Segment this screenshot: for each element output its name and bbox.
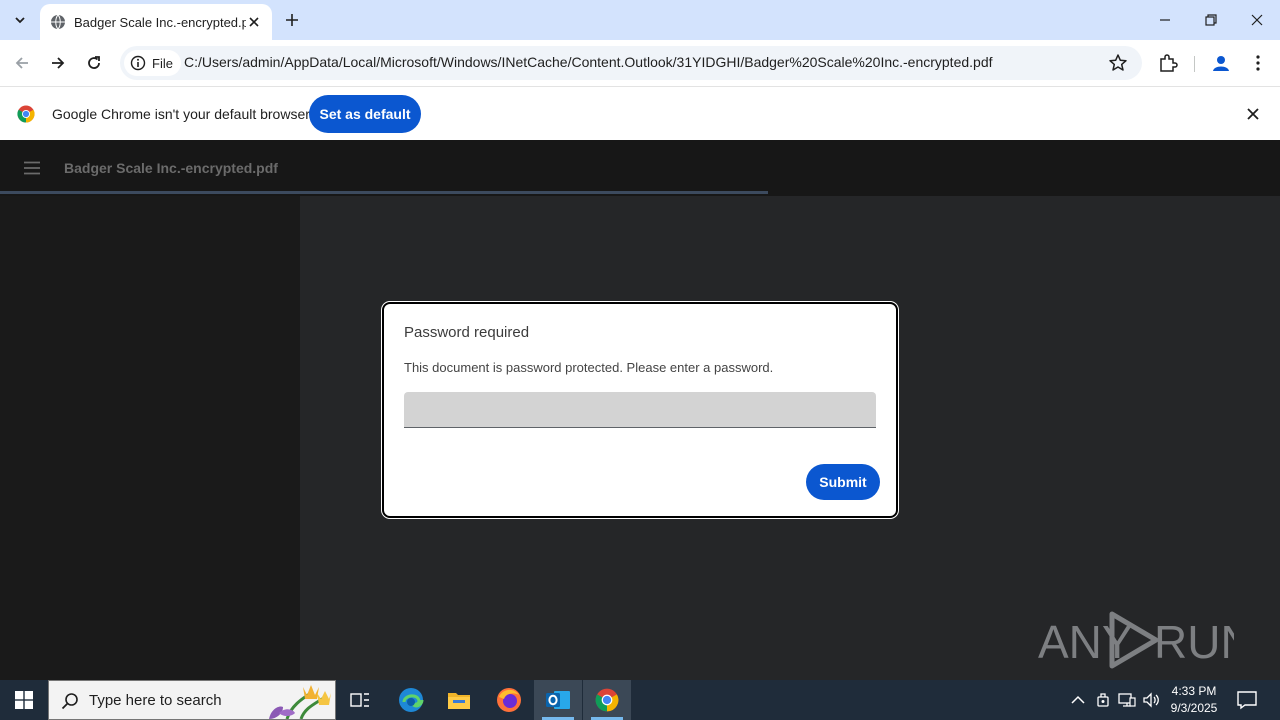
network-icon xyxy=(1118,693,1136,707)
dialog-message: This document is password protected. Ple… xyxy=(404,360,774,375)
forward-button[interactable] xyxy=(44,49,72,77)
restore-icon xyxy=(1205,14,1217,26)
more-vertical-icon xyxy=(1256,55,1260,71)
outlook-icon xyxy=(546,691,570,709)
url-text[interactable]: C:/Users/admin/AppData/Local/Microsoft/W… xyxy=(184,54,993,70)
notification-icon[interactable] xyxy=(1236,690,1258,710)
taskbar-edge[interactable] xyxy=(387,680,435,720)
close-icon xyxy=(249,17,259,27)
toolbar-separator xyxy=(1194,56,1195,72)
info-icon xyxy=(130,55,146,71)
tulip-decoration-icon xyxy=(269,685,331,719)
infobar-message: Google Chrome isn't your default browser xyxy=(52,106,310,122)
volume-icon xyxy=(1143,692,1159,708)
tray-device-icon[interactable] xyxy=(1093,690,1113,710)
arrow-right-icon xyxy=(52,57,65,69)
firefox-icon xyxy=(497,688,521,712)
back-button[interactable] xyxy=(8,49,36,77)
usb-device-icon xyxy=(1097,693,1109,707)
tab-active[interactable]: Badger Scale Inc.-encrypted.pdf xyxy=(40,4,272,40)
search-placeholder: Type here to search xyxy=(89,692,222,709)
task-view-icon xyxy=(350,693,369,707)
loading-progress-bar xyxy=(0,191,768,194)
start-button[interactable] xyxy=(0,680,48,720)
anyrun-watermark-logo: ANY RUN xyxy=(1038,611,1234,669)
plus-icon xyxy=(286,14,298,26)
taskbar-clock[interactable]: 4:33 PM 9/3/2025 xyxy=(1160,683,1228,717)
arrow-left-icon xyxy=(15,57,28,69)
minimize-button[interactable] xyxy=(1142,0,1188,40)
star-icon[interactable] xyxy=(1108,53,1128,73)
chevron-up-icon xyxy=(1071,695,1085,704)
set-as-default-button[interactable]: Set as default xyxy=(309,95,421,133)
taskbar-search-box[interactable]: Type here to search xyxy=(48,680,336,720)
tab-title: Badger Scale Inc.-encrypted.pdf xyxy=(74,14,246,30)
avatar-icon xyxy=(1213,56,1229,71)
chevron-down-icon xyxy=(15,17,25,24)
pdf-menu-button[interactable] xyxy=(20,156,44,180)
clock-date: 9/3/2025 xyxy=(1170,701,1218,715)
tab-close-button[interactable] xyxy=(246,14,262,30)
windows-logo-icon xyxy=(15,691,33,709)
dialog-title: Password required xyxy=(404,324,530,341)
pdf-toolbar: Badger Scale Inc.-encrypted.pdf xyxy=(0,140,1280,196)
site-info-label: File xyxy=(152,55,173,71)
close-icon xyxy=(1251,14,1263,26)
tray-overflow-button[interactable] xyxy=(1068,690,1088,710)
windows-taskbar: Type here to search 4:33 PM 9/3/2025 xyxy=(0,680,1280,720)
address-bar[interactable]: File C:/Users/admin/AppData/Local/Micros… xyxy=(120,46,1142,80)
window-close-button[interactable] xyxy=(1234,0,1280,40)
clock-time: 4:33 PM xyxy=(1171,684,1217,698)
new-tab-button[interactable] xyxy=(280,8,304,32)
taskbar-outlook[interactable] xyxy=(534,680,582,720)
folder-icon xyxy=(448,693,470,709)
menu-button[interactable] xyxy=(1246,51,1270,75)
pdf-file-title: Badger Scale Inc.-encrypted.pdf xyxy=(64,160,278,176)
infobar-close-button[interactable] xyxy=(1244,105,1262,123)
edge-icon xyxy=(399,688,424,712)
default-browser-infobar: Google Chrome isn't your default browser… xyxy=(0,86,1280,140)
task-view-button[interactable] xyxy=(336,680,384,720)
submit-button[interactable]: Submit xyxy=(806,464,880,500)
chrome-icon xyxy=(595,688,619,712)
pdf-thumbnail-sidebar xyxy=(0,196,300,680)
reload-icon xyxy=(88,56,100,69)
taskbar-file-explorer[interactable] xyxy=(435,680,483,720)
reload-button[interactable] xyxy=(80,49,108,77)
restore-button[interactable] xyxy=(1188,0,1234,40)
tray-volume-icon[interactable] xyxy=(1141,690,1161,710)
password-dialog: Password required This document is passw… xyxy=(382,302,898,518)
site-info-chip[interactable]: File xyxy=(124,50,181,76)
watermark-text-right: RUN xyxy=(1154,616,1234,668)
browser-toolbar: File C:/Users/admin/AppData/Local/Micros… xyxy=(0,40,1280,86)
taskbar-firefox[interactable] xyxy=(485,680,533,720)
tab-search-button[interactable] xyxy=(6,6,34,34)
extensions-button[interactable] xyxy=(1156,51,1180,75)
minimize-icon xyxy=(1160,19,1170,21)
chrome-logo-icon xyxy=(17,105,35,123)
close-icon xyxy=(1247,108,1259,120)
profile-button[interactable] xyxy=(1209,51,1233,75)
taskbar-chrome[interactable] xyxy=(583,680,631,720)
tray-network-icon[interactable] xyxy=(1117,690,1137,710)
globe-icon xyxy=(51,14,65,30)
puzzle-icon xyxy=(1160,54,1178,72)
search-icon xyxy=(61,693,78,710)
hamburger-icon xyxy=(24,161,40,175)
tab-strip: Badger Scale Inc.-encrypted.pdf xyxy=(0,0,1280,40)
password-input[interactable] xyxy=(404,392,876,428)
